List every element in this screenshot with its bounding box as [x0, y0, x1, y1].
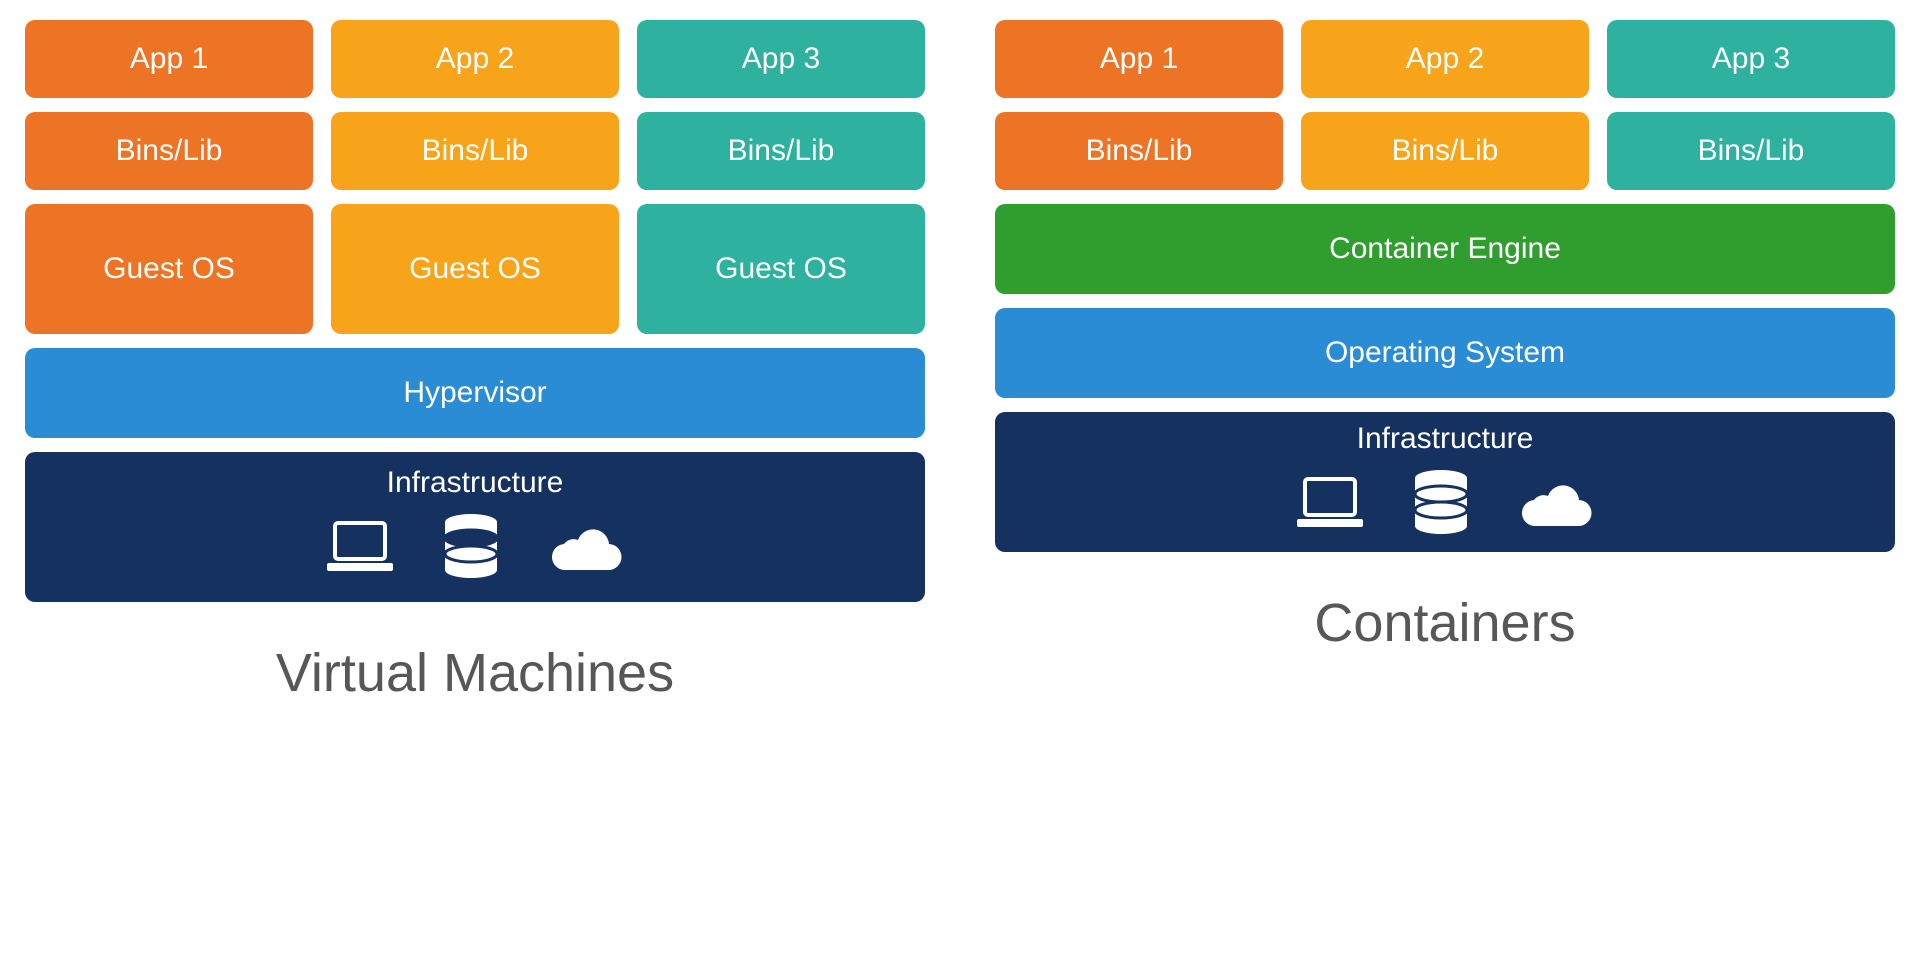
- cloud-icon: [547, 522, 625, 572]
- ct-app-3: App 3: [1607, 20, 1895, 98]
- database-icon: [443, 514, 499, 580]
- vm-guest-1: Guest OS: [25, 204, 313, 334]
- ct-os-row: Operating System: [995, 308, 1895, 398]
- vm-guest-3: Guest OS: [637, 204, 925, 334]
- vm-infrastructure-label: Infrastructure: [387, 466, 564, 500]
- ct-apps-row: App 1 App 2 App 3: [995, 20, 1895, 98]
- vm-hypervisor-row: Hypervisor: [25, 348, 925, 438]
- laptop-icon: [1295, 475, 1365, 531]
- vm-guest-row: Guest OS Guest OS Guest OS: [25, 204, 925, 334]
- ct-infrastructure-label: Infrastructure: [1357, 422, 1534, 456]
- ct-bins-1: Bins/Lib: [995, 112, 1283, 190]
- ct-stack: App 1 App 2 App 3 Bins/Lib Bins/Lib Bins…: [995, 20, 1895, 704]
- vm-infra-icons: [325, 514, 625, 580]
- ct-container-engine: Container Engine: [995, 204, 1895, 294]
- cloud-icon: [1517, 478, 1595, 528]
- vm-app-3: App 3: [637, 20, 925, 98]
- ct-operating-system: Operating System: [995, 308, 1895, 398]
- laptop-icon: [325, 519, 395, 575]
- vm-hypervisor: Hypervisor: [25, 348, 925, 438]
- vm-infra-row: Infrastructure: [25, 452, 925, 602]
- vm-title: Virtual Machines: [25, 642, 925, 704]
- ct-infra-row: Infrastructure: [995, 412, 1895, 552]
- ct-engine-row: Container Engine: [995, 204, 1895, 294]
- vm-app-1: App 1: [25, 20, 313, 98]
- vm-bins-2: Bins/Lib: [331, 112, 619, 190]
- ct-app-2: App 2: [1301, 20, 1589, 98]
- vm-guest-2: Guest OS: [331, 204, 619, 334]
- ct-app-1: App 1: [995, 20, 1283, 98]
- ct-bins-3: Bins/Lib: [1607, 112, 1895, 190]
- diagram-container: App 1 App 2 App 3 Bins/Lib Bins/Lib Bins…: [25, 20, 1895, 704]
- database-icon: [1413, 470, 1469, 536]
- vm-infrastructure: Infrastructure: [25, 452, 925, 602]
- ct-infra-icons: [1295, 470, 1595, 536]
- vm-bins-3: Bins/Lib: [637, 112, 925, 190]
- ct-bins-row: Bins/Lib Bins/Lib Bins/Lib: [995, 112, 1895, 190]
- ct-title: Containers: [995, 592, 1895, 654]
- vm-stack: App 1 App 2 App 3 Bins/Lib Bins/Lib Bins…: [25, 20, 925, 704]
- ct-infrastructure: Infrastructure: [995, 412, 1895, 552]
- ct-bins-2: Bins/Lib: [1301, 112, 1589, 190]
- vm-bins-1: Bins/Lib: [25, 112, 313, 190]
- vm-app-2: App 2: [331, 20, 619, 98]
- vm-apps-row: App 1 App 2 App 3: [25, 20, 925, 98]
- vm-bins-row: Bins/Lib Bins/Lib Bins/Lib: [25, 112, 925, 190]
